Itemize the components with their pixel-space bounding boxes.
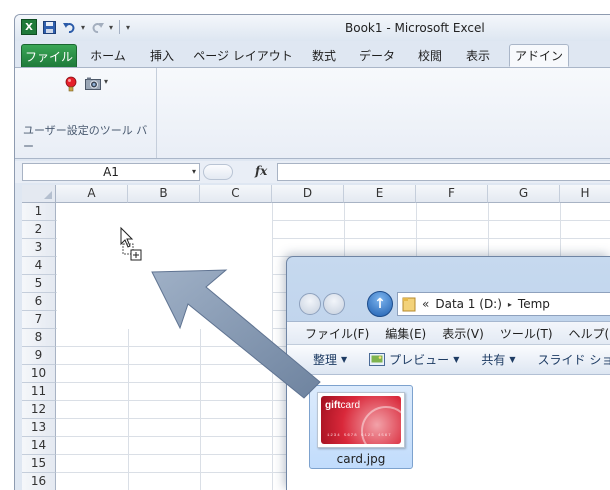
redo-icon[interactable] — [89, 19, 105, 35]
qat-separator — [119, 20, 121, 34]
customize-qat-icon[interactable]: ▾ — [126, 23, 130, 32]
row-header-6[interactable]: 6 — [22, 293, 56, 311]
menu-edit[interactable]: 編集(E) — [385, 325, 426, 342]
back-button[interactable] — [299, 293, 321, 315]
excel-titlebar: X ▾ ▾ ▾ Book1 - Microsoft Excel — [15, 15, 610, 41]
tab-data[interactable]: データ — [349, 44, 405, 67]
breadcrumb-separator-icon[interactable]: ▸ — [508, 300, 512, 309]
file-name: card.jpg — [336, 452, 386, 466]
chevron-down-icon: ▼ — [453, 355, 460, 364]
column-header-f[interactable]: F — [416, 185, 488, 203]
row-header-12[interactable]: 12 — [22, 401, 56, 419]
tab-file[interactable]: ファイル — [21, 44, 77, 67]
forward-button[interactable] — [323, 293, 345, 315]
row-header-1[interactable]: 1 — [22, 203, 56, 221]
row-header-2[interactable]: 2 — [22, 221, 56, 239]
quick-access-toolbar: X ▾ ▾ ▾ — [21, 19, 130, 35]
redo-dropdown-icon[interactable]: ▾ — [109, 23, 113, 32]
undo-icon[interactable] — [61, 19, 77, 35]
drop-target-area — [57, 203, 272, 329]
card-logo-light: card — [340, 400, 360, 411]
name-box-value: A1 — [103, 165, 119, 179]
explorer-menubar: ファイル(F) 編集(E) 表示(V) ツール(T) ヘルプ(H) — [287, 321, 610, 345]
window-title: Book1 - Microsoft Excel — [345, 21, 485, 35]
custom-toolbar-group: ▾ ユーザー設定のツール バー — [15, 68, 157, 158]
up-arrow-icon[interactable]: ↑ — [367, 291, 393, 317]
column-header-c[interactable]: C — [200, 185, 272, 203]
formula-bar: A1 ▾ fx — [15, 161, 610, 183]
column-header-h[interactable]: H — [560, 185, 610, 203]
menu-view[interactable]: 表示(V) — [442, 325, 484, 342]
row-header-11[interactable]: 11 — [22, 383, 56, 401]
tab-view[interactable]: 表示 — [455, 44, 501, 67]
slideshow-label: スライド ショー — [537, 353, 610, 367]
camera-icon[interactable] — [85, 77, 101, 90]
ribbon-tabs: ファイル ホーム 挿入 ページ レイアウト 数式 データ 校閲 表示 アドイン — [15, 41, 610, 67]
card-logo-bold: gift — [325, 400, 341, 411]
row-header-5[interactable]: 5 — [22, 275, 56, 293]
undo-dropdown-icon[interactable]: ▾ — [81, 23, 85, 32]
insert-function-icon[interactable]: fx — [255, 164, 267, 178]
tab-insert[interactable]: 挿入 — [139, 44, 185, 67]
row-header-3[interactable]: 3 — [22, 239, 56, 257]
folder-icon — [402, 297, 416, 312]
card-number: 1234 5678 9123 4567 — [327, 434, 392, 438]
ribbon-group-label: ユーザー設定のツール バー — [23, 124, 148, 153]
breadcrumb-drive[interactable]: Data 1 (D:) — [435, 297, 502, 311]
file-thumbnail: giftcard 1234 5678 9123 4567 — [317, 392, 405, 448]
column-header-g[interactable]: G — [488, 185, 560, 203]
tab-review[interactable]: 校閲 — [407, 44, 453, 67]
breadcrumb-folder[interactable]: Temp — [518, 297, 550, 311]
preview-label: プレビュー — [389, 353, 450, 367]
row-header-13[interactable]: 13 — [22, 419, 56, 437]
row-header-10[interactable]: 10 — [22, 365, 56, 383]
column-header-d[interactable]: D — [272, 185, 344, 203]
camera-dropdown-icon[interactable]: ▾ — [104, 77, 108, 86]
save-icon[interactable] — [41, 19, 57, 35]
select-all-corner[interactable] — [22, 185, 56, 203]
formula-bar-resize-handle[interactable] — [203, 164, 233, 180]
gift-card-image: giftcard 1234 5678 9123 4567 — [321, 396, 401, 444]
row-header-16[interactable]: 16 — [22, 473, 56, 490]
ribbon-panel: ▾ ユーザー設定のツール バー — [15, 67, 610, 159]
tab-page-layout[interactable]: ページ レイアウト — [187, 44, 299, 67]
chevron-down-icon: ▼ — [341, 355, 348, 364]
slideshow-button[interactable]: スライド ショー — [538, 351, 610, 368]
organize-label: 整理 — [313, 353, 338, 367]
lightbulb-icon[interactable] — [65, 76, 77, 92]
tab-formulas[interactable]: 数式 — [301, 44, 347, 67]
file-item-card-jpg[interactable]: giftcard 1234 5678 9123 4567 card.jpg — [309, 385, 413, 469]
column-header-e[interactable]: E — [344, 185, 416, 203]
organize-button[interactable]: 整理 ▼ — [313, 351, 347, 368]
share-button[interactable]: 共有 ▼ — [481, 351, 515, 368]
excel-logo-icon[interactable]: X — [21, 19, 37, 35]
name-box-dropdown-icon[interactable]: ▾ — [192, 164, 196, 180]
tab-home[interactable]: ホーム — [79, 44, 137, 67]
explorer-command-bar: 整理 ▼ プレビュー ▼ 共有 ▼ スライド ショー — [287, 345, 610, 375]
card-swirl — [361, 406, 401, 444]
column-header-b[interactable]: B — [128, 185, 200, 203]
breadcrumb-overflow[interactable]: « — [422, 297, 429, 311]
formula-input[interactable] — [277, 163, 610, 181]
chevron-down-icon: ▼ — [509, 355, 516, 364]
file-list-pane[interactable]: giftcard 1234 5678 9123 4567 card.jpg — [287, 375, 610, 490]
row-header-15[interactable]: 15 — [22, 455, 56, 473]
row-header-4[interactable]: 4 — [22, 257, 56, 275]
menu-file[interactable]: ファイル(F) — [305, 325, 369, 342]
row-header-8[interactable]: 8 — [22, 329, 56, 347]
card-logo: giftcard — [325, 400, 360, 411]
preview-icon — [369, 353, 386, 366]
tab-addins[interactable]: アドイン — [509, 44, 569, 67]
menu-tools[interactable]: ツール(T) — [500, 325, 553, 342]
menu-help[interactable]: ヘルプ(H) — [569, 325, 610, 342]
share-label: 共有 — [481, 353, 506, 367]
column-header-a[interactable]: A — [56, 185, 128, 203]
row-header-7[interactable]: 7 — [22, 311, 56, 329]
address-bar[interactable]: « Data 1 (D:) ▸ Temp — [397, 292, 610, 316]
explorer-window: ↑ « Data 1 (D:) ▸ Temp ファイル(F) 編集(E) 表示(… — [286, 256, 610, 490]
row-header-9[interactable]: 9 — [22, 347, 56, 365]
preview-button[interactable]: プレビュー ▼ — [369, 351, 459, 368]
name-box[interactable]: A1 ▾ — [22, 163, 200, 181]
row-header-14[interactable]: 14 — [22, 437, 56, 455]
